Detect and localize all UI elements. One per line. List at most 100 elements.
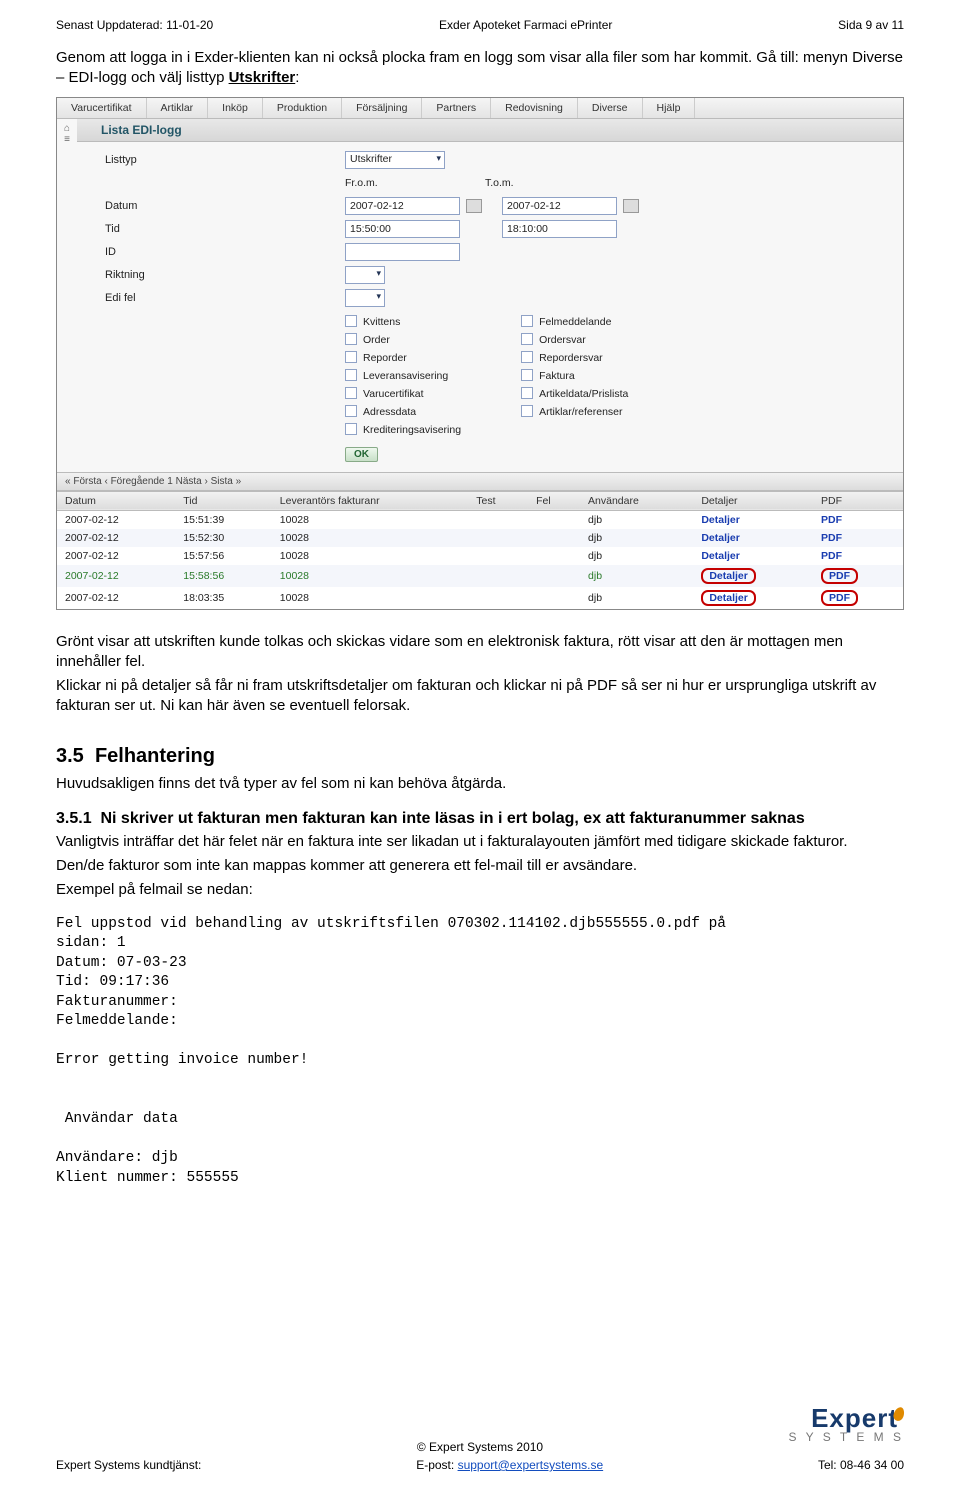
checkbox[interactable] (345, 333, 357, 345)
header-left: Senast Uppdaterad: 11-01-20 (56, 18, 213, 32)
input-tid-to[interactable]: 18:10:00 (502, 220, 617, 238)
subsec-num: 3.5.1 (56, 810, 92, 827)
checkbox[interactable] (345, 315, 357, 327)
sec351-p1: Vanligtvis inträffar det här felet när e… (56, 832, 904, 852)
checkbox[interactable] (345, 423, 357, 435)
checkbox[interactable] (521, 387, 533, 399)
checkbox-label: Artikeldata/Prislista (539, 388, 628, 400)
tab-redovisning[interactable]: Redovisning (491, 98, 578, 118)
intro-text: Genom att logga in i Exder-klienten kan … (56, 49, 903, 86)
label-from: Fr.o.m. (345, 177, 485, 189)
tab-hjälp[interactable]: Hjälp (643, 98, 696, 118)
footer-mid: E-post: support@expertsystems.se (416, 1458, 603, 1472)
checkbox[interactable] (345, 369, 357, 381)
checkbox-label: Faktura (539, 370, 575, 382)
input-tid-from[interactable]: 15:50:00 (345, 220, 460, 238)
select-listtyp[interactable]: Utskrifter (345, 151, 445, 169)
header-right: Sida 9 av 11 (838, 18, 904, 32)
detaljer-link[interactable]: Detaljer (701, 532, 740, 544)
grid-header: Fel (528, 491, 580, 510)
sec-num: 3.5 (56, 745, 84, 767)
label-edifel: Edi fel (105, 292, 345, 304)
tab-bar: VarucertifikatArtiklarInköpProduktionFör… (57, 98, 903, 119)
footer-right: Tel: 08-46 34 00 (818, 1458, 904, 1472)
intro-paragraph: Genom att logga in i Exder-klienten kan … (56, 48, 904, 89)
detaljer-link[interactable]: Detaljer (701, 514, 740, 526)
checkbox-column-right: FelmeddelandeOrdersvarRepordersvarFaktur… (521, 313, 628, 439)
sec-title: Felhantering (95, 745, 215, 767)
label-listtyp: Listtyp (105, 154, 345, 166)
checkbox-column-left: KvittensOrderReporderLeveransaviseringVa… (345, 313, 461, 439)
sec351-p3: Exempel på felmail se nedan: (56, 880, 904, 900)
input-datum-from[interactable]: 2007-02-12 (345, 197, 460, 215)
tab-diverse[interactable]: Diverse (578, 98, 643, 118)
subsec-title: Ni skriver ut fakturan men fakturan kan … (100, 810, 804, 827)
page-footer: © Expert Systems 2010 Expert Systems kun… (56, 1440, 904, 1472)
detaljer-link[interactable]: Detaljer (701, 550, 740, 562)
tab-inköp[interactable]: Inköp (208, 98, 263, 118)
tab-partners[interactable]: Partners (422, 98, 491, 118)
checkbox-label: Order (363, 334, 390, 346)
grid-header: Detaljer (693, 491, 813, 510)
checkbox-label: Artiklar/referenser (539, 406, 622, 418)
checkbox[interactable] (521, 405, 533, 417)
tab-varucertifikat[interactable]: Varucertifikat (57, 98, 147, 118)
detaljer-link[interactable]: Detaljer (701, 568, 756, 584)
edi-log-screenshot: VarucertifikatArtiklarInköpProduktionFör… (56, 97, 904, 610)
sec35-p: Huvudsakligen finns det två typer av fel… (56, 774, 904, 794)
heading-3-5-1: 3.5.1 Ni skriver ut fakturan men faktura… (56, 810, 904, 828)
grid-header: Leverantörs fakturanr (272, 491, 469, 510)
calendar-icon[interactable] (466, 199, 482, 213)
checkbox-label: Repordersvar (539, 352, 603, 364)
table-row: 2007-02-1215:58:5610028djbDetaljerPDF (57, 565, 903, 587)
footer-email-link[interactable]: support@expertsystems.se (458, 1458, 604, 1472)
after-screenshot-text: Grönt visar att utskriften kunde tolkas … (56, 632, 904, 717)
sec351-p2: Den/de fakturor som inte kan mappas komm… (56, 856, 904, 876)
input-datum-to[interactable]: 2007-02-12 (502, 197, 617, 215)
ok-button[interactable]: OK (345, 447, 378, 462)
grid-header: Datum (57, 491, 175, 510)
checkbox[interactable] (345, 351, 357, 363)
select-edifel[interactable] (345, 289, 385, 307)
checkbox-label: Adressdata (363, 406, 416, 418)
pdf-link[interactable]: PDF (821, 568, 858, 584)
footer-left: Expert Systems kundtjänst: (56, 1458, 201, 1472)
checkbox[interactable] (345, 405, 357, 417)
detaljer-link[interactable]: Detaljer (701, 590, 756, 606)
tab-försäljning[interactable]: Försäljning (342, 98, 422, 118)
heading-3-5: 3.5 Felhantering (56, 745, 904, 768)
checkbox[interactable] (345, 387, 357, 399)
checkbox[interactable] (521, 351, 533, 363)
error-mail-example: Fel uppstod vid behandling av utskriftsf… (56, 915, 904, 1189)
checkbox[interactable] (521, 315, 533, 327)
tab-artiklar[interactable]: Artiklar (147, 98, 209, 118)
label-tid: Tid (105, 223, 345, 235)
grid-header: Test (468, 491, 528, 510)
select-riktning[interactable] (345, 266, 385, 284)
after-p1: Grönt visar att utskriften kunde tolkas … (56, 632, 904, 673)
label-id: ID (105, 246, 345, 258)
checkbox[interactable] (521, 369, 533, 381)
expert-logo: Expert S Y S T E M S (789, 1403, 904, 1444)
pdf-link[interactable]: PDF (821, 590, 858, 606)
grid-header: PDF (813, 491, 903, 510)
intro-colon: : (295, 69, 299, 86)
header-center: Exder Apoteket Farmaci ePrinter (439, 18, 612, 32)
grid-header: Tid (175, 491, 272, 510)
after-p2: Klickar ni på detaljer så får ni fram ut… (56, 676, 904, 717)
checkbox[interactable] (521, 333, 533, 345)
pager-text: « Första ‹ Föregående 1 Nästa › Sista » (65, 476, 241, 487)
pdf-link[interactable]: PDF (821, 550, 842, 562)
pager[interactable]: « Första ‹ Föregående 1 Nästa › Sista » (57, 472, 903, 491)
side-icon-home[interactable]: ⌂≡ (57, 119, 77, 472)
pdf-link[interactable]: PDF (821, 532, 842, 544)
checkbox-label: Reporder (363, 352, 407, 364)
intro-underline: Utskrifter (229, 69, 296, 86)
table-row: 2007-02-1218:03:3510028djbDetaljerPDF (57, 587, 903, 609)
input-id[interactable] (345, 243, 460, 261)
pdf-link[interactable]: PDF (821, 514, 842, 526)
tab-produktion[interactable]: Produktion (263, 98, 342, 118)
calendar-icon[interactable] (623, 199, 639, 213)
results-grid: DatumTidLeverantörs fakturanrTestFelAnvä… (57, 491, 903, 609)
checkbox-label: Krediteringsavisering (363, 424, 461, 436)
